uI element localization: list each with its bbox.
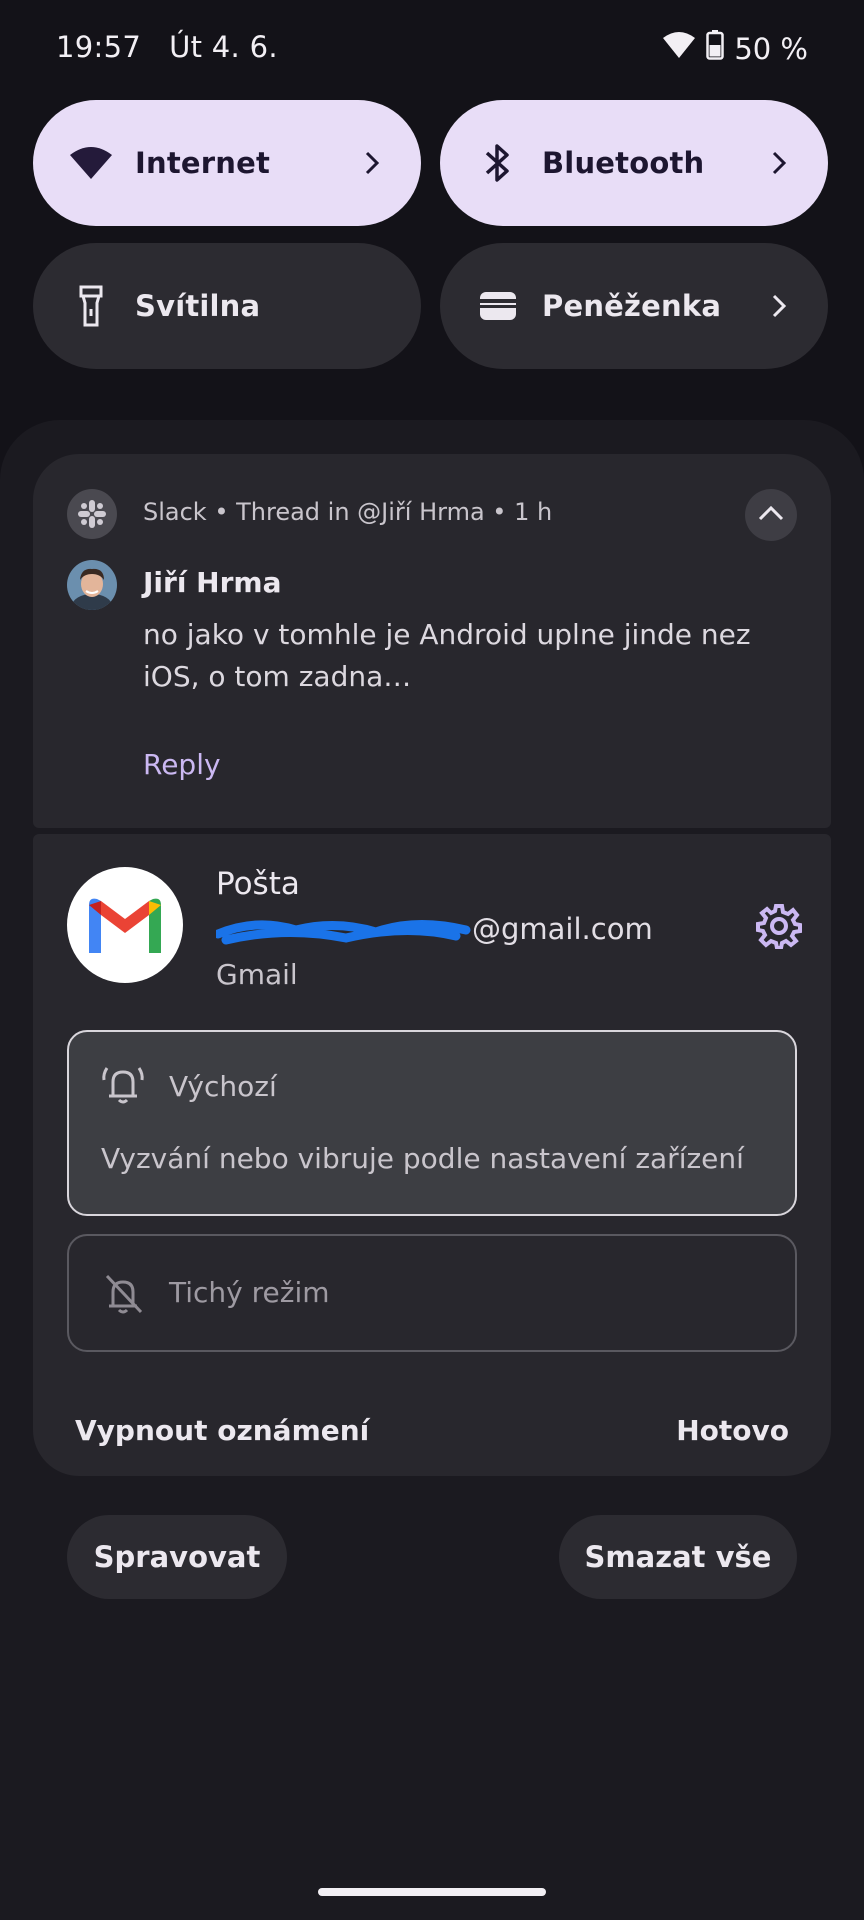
status-left: 19:57 Út 4. 6. xyxy=(56,30,306,64)
battery-percent: 50 % xyxy=(734,31,808,66)
wallet-icon xyxy=(470,278,526,334)
collapse-button[interactable] xyxy=(745,489,797,541)
flashlight-icon xyxy=(63,278,119,334)
option-description: Vyzvání nebo vibruje podle nastavení zař… xyxy=(101,1142,744,1175)
status-bar: 19:57 Út 4. 6. 50 % xyxy=(0,0,864,100)
sender-name: Jiří Hrma xyxy=(143,566,282,599)
clock: 19:57 xyxy=(56,30,142,64)
app-subtitle: Gmail xyxy=(216,958,298,991)
date: Út 4. 6. xyxy=(169,30,278,64)
tile-label: Internet xyxy=(135,146,271,180)
tile-wallet[interactable]: Peněženka xyxy=(440,243,828,369)
chevron-right-icon xyxy=(357,148,387,178)
gmail-notification-settings: Pošta @gmail.com Gmail Výchozí Vyzvání n… xyxy=(33,834,831,1476)
option-title: Tichý režim xyxy=(169,1276,330,1309)
app-name: Pošta xyxy=(216,866,300,902)
tile-label: Peněženka xyxy=(542,289,722,323)
wifi-icon xyxy=(63,135,119,191)
status-right: 50 % xyxy=(662,30,808,67)
turn-off-notifications-button[interactable]: Vypnout oznámení xyxy=(75,1414,369,1447)
manage-button[interactable]: Spravovat xyxy=(67,1515,287,1599)
reply-button[interactable]: Reply xyxy=(143,748,221,781)
account-suffix: @gmail.com xyxy=(472,912,653,946)
chevron-right-icon xyxy=(764,148,794,178)
bluetooth-icon xyxy=(470,135,526,191)
bell-off-icon xyxy=(101,1272,145,1316)
slack-icon xyxy=(67,489,117,539)
chevron-right-icon xyxy=(764,291,794,321)
gmail-icon xyxy=(67,867,183,983)
tile-label: Svítilna xyxy=(135,289,261,323)
chevron-up-icon xyxy=(758,505,784,525)
option-default[interactable]: Výchozí Vyzvání nebo vibruje podle nasta… xyxy=(67,1030,797,1216)
account-email: @gmail.com xyxy=(213,912,653,946)
battery-icon xyxy=(706,30,725,67)
option-title: Výchozí xyxy=(169,1070,277,1103)
notification-meta: Slack • Thread in @Jiří Hrma • 1 h xyxy=(143,498,553,526)
tile-label: Bluetooth xyxy=(542,146,705,180)
avatar xyxy=(67,560,117,610)
slack-notification[interactable]: Slack • Thread in @Jiří Hrma • 1 h Jiří … xyxy=(33,454,831,828)
tile-flashlight[interactable]: Svítilna xyxy=(33,243,421,369)
tile-bluetooth[interactable]: Bluetooth xyxy=(440,100,828,226)
done-button[interactable]: Hotovo xyxy=(676,1414,789,1447)
clear-all-button[interactable]: Smazat vše xyxy=(559,1515,797,1599)
home-indicator[interactable] xyxy=(318,1888,546,1896)
bell-ring-icon xyxy=(101,1062,145,1106)
wifi-icon xyxy=(662,30,696,67)
tile-internet[interactable]: Internet xyxy=(33,100,421,226)
option-silent[interactable]: Tichý režim xyxy=(67,1234,797,1352)
redaction-scribble xyxy=(213,916,472,946)
gear-icon[interactable] xyxy=(755,902,803,950)
message-text: no jako v tomhle je Android uplne jinde … xyxy=(143,618,751,693)
